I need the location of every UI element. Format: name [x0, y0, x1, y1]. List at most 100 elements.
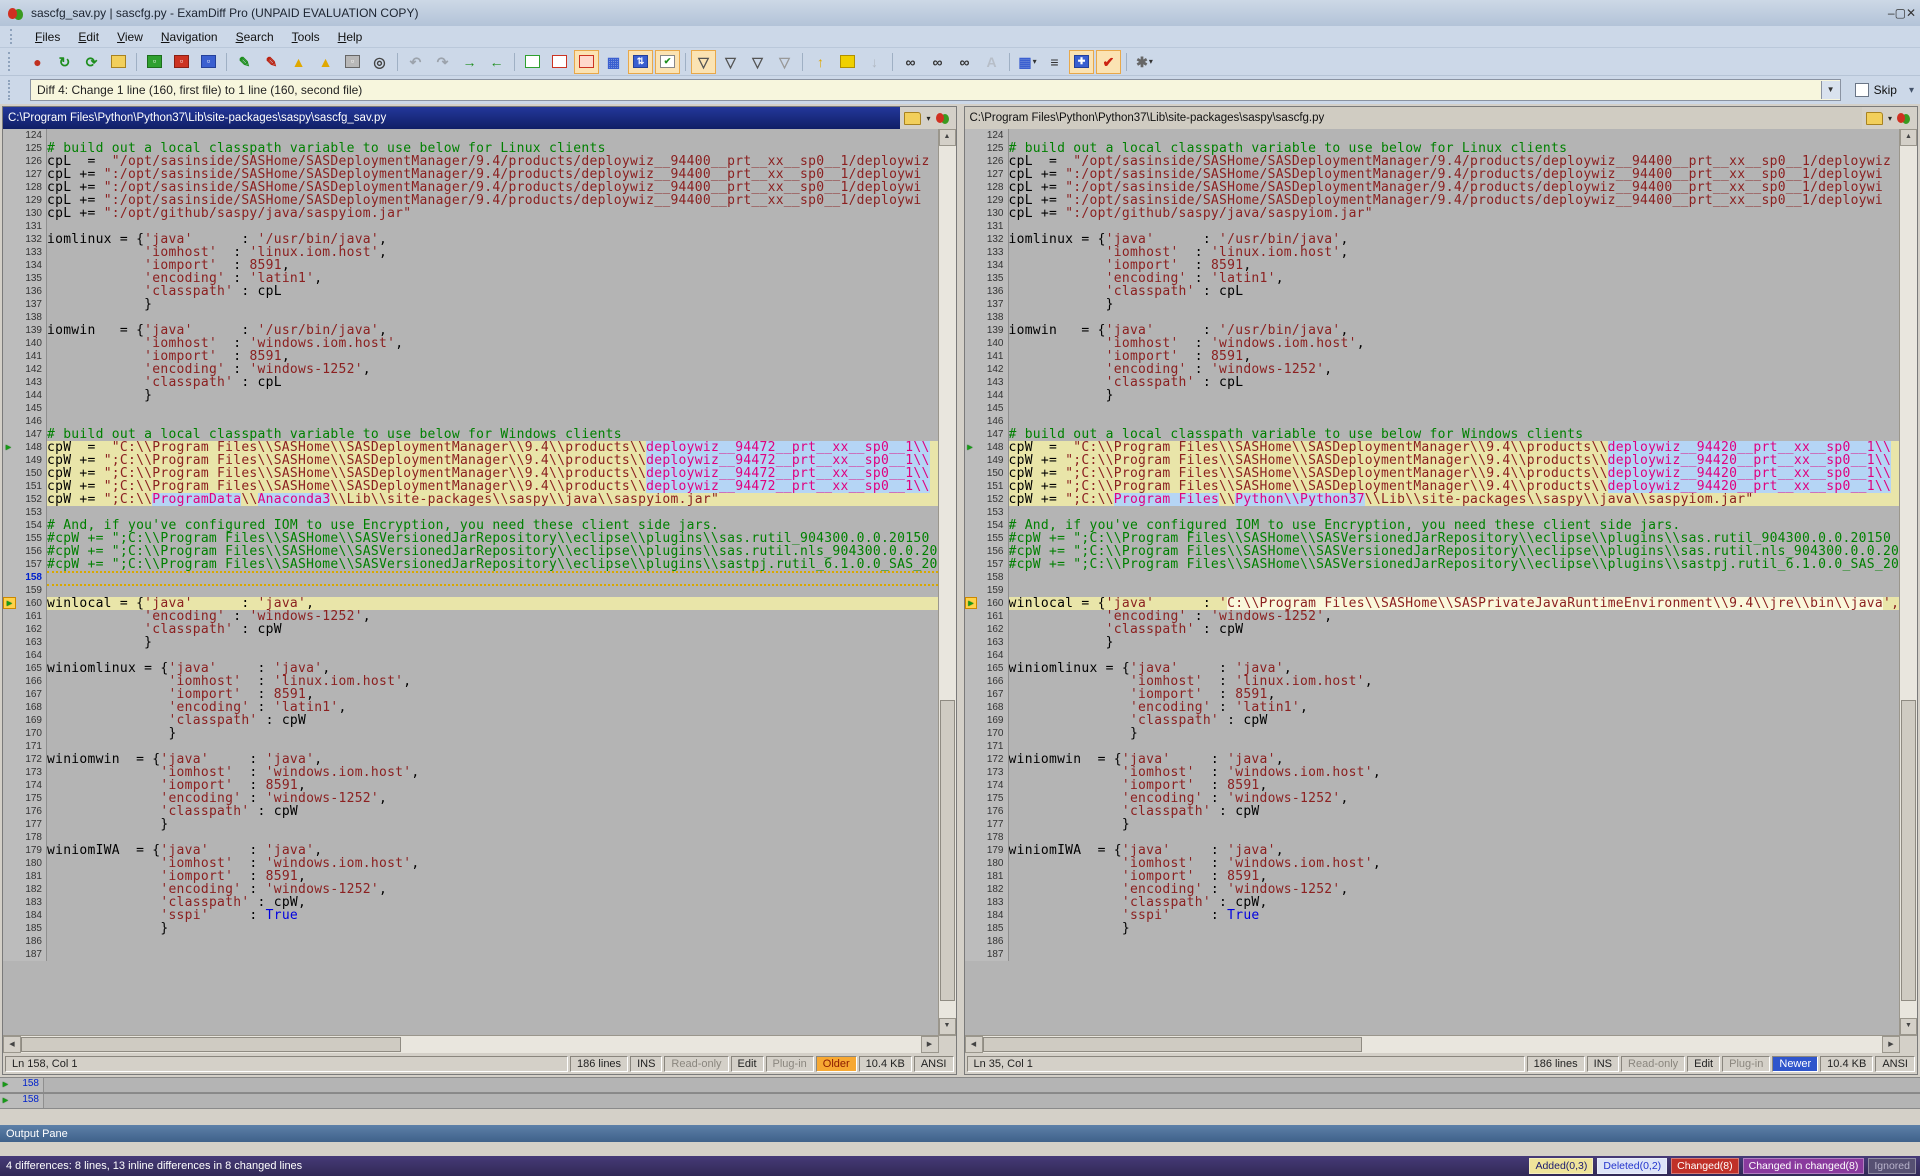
- code-line[interactable]: 162 'classpath' : cpW: [965, 623, 1900, 636]
- code-line[interactable]: 182 'encoding' : 'windows-1252',: [965, 883, 1900, 896]
- code-line[interactable]: 174 'iomport' : 8591,: [965, 779, 1900, 792]
- code-line[interactable]: 169 'classpath' : cpW: [965, 714, 1900, 727]
- minimize-button[interactable]: –: [1888, 6, 1895, 20]
- show-deleted-icon[interactable]: [547, 50, 572, 74]
- code-line[interactable]: 124: [3, 129, 938, 142]
- code-line[interactable]: 180 'iomhost' : 'windows.iom.host',: [3, 857, 938, 870]
- maximize-button[interactable]: ▢: [1895, 6, 1906, 20]
- code-line[interactable]: 179winiomIWA = {'java' : 'java',: [965, 844, 1900, 857]
- code-line[interactable]: 140 'iomhost' : 'windows.iom.host',: [3, 337, 938, 350]
- code-line[interactable]: 164: [965, 649, 1900, 662]
- code-line[interactable]: 156#cpW += ";C:\\Program Files\\SASHome\…: [965, 545, 1900, 558]
- plugins-icon[interactable]: ✚: [1069, 50, 1094, 74]
- code-line[interactable]: 134 'iomport' : 8591,: [3, 259, 938, 272]
- code-line[interactable]: 184 'sspi' : True: [965, 909, 1900, 922]
- code-line[interactable]: 169 'classpath' : cpW: [3, 714, 938, 727]
- code-line[interactable]: 185 }: [3, 922, 938, 935]
- previous-change-icon[interactable]: ↑: [808, 50, 833, 74]
- code-line[interactable]: 184 'sspi' : True: [3, 909, 938, 922]
- code-line[interactable]: 138: [965, 311, 1900, 324]
- menu-grip[interactable]: [10, 29, 18, 44]
- second-horizontal-scrollbar[interactable]: ◀ ▶: [965, 1035, 1918, 1053]
- close-button[interactable]: ✕: [1906, 6, 1916, 20]
- code-line[interactable]: 141 'iomport' : 8591,: [3, 350, 938, 363]
- code-line[interactable]: 144 }: [965, 389, 1900, 402]
- code-line[interactable]: 128cpL += ":/opt/sasinside/SASHome/SASDe…: [3, 181, 938, 194]
- code-line[interactable]: 153: [3, 506, 938, 519]
- output-pane-splitter[interactable]: [0, 1109, 1920, 1125]
- code-line[interactable]: 177 }: [3, 818, 938, 831]
- code-line[interactable]: 187: [965, 948, 1900, 961]
- code-line[interactable]: 167 'iomport' : 8591,: [965, 688, 1900, 701]
- code-line[interactable]: 132iomlinux = {'java' : '/usr/bin/java',: [3, 233, 938, 246]
- code-line[interactable]: 182 'encoding' : 'windows-1252',: [3, 883, 938, 896]
- code-line[interactable]: 183 'classpath' : cpW,: [3, 896, 938, 909]
- code-line[interactable]: 167 'iomport' : 8591,: [3, 688, 938, 701]
- diff-combobox[interactable]: Diff 4: Change 1 line (160, first file) …: [30, 79, 1841, 101]
- code-line[interactable]: 131: [3, 220, 938, 233]
- second-file-header[interactable]: C:\Program Files\Python\Python37\Lib\sit…: [965, 107, 1918, 129]
- skip-checkbox[interactable]: Skip: [1855, 83, 1897, 97]
- scroll-left-icon[interactable]: ◀: [965, 1036, 983, 1053]
- code-line[interactable]: 165winiomlinux = {'java' : 'java',: [3, 662, 938, 675]
- code-line[interactable]: 153: [965, 506, 1900, 519]
- code-line[interactable]: 187: [3, 948, 938, 961]
- code-line[interactable]: 125# build out a local classpath variabl…: [965, 142, 1900, 155]
- code-line[interactable]: 158: [3, 571, 938, 584]
- code-line[interactable]: 163 }: [965, 636, 1900, 649]
- code-line[interactable]: 185 }: [965, 922, 1900, 935]
- code-line[interactable]: 150cpW += ";C:\\Program Files\\SASHome\\…: [965, 467, 1900, 480]
- line-details-icon[interactable]: ≡: [1042, 50, 1067, 74]
- scroll-left-icon[interactable]: ◀: [3, 1036, 21, 1053]
- menu-item-navigation[interactable]: Navigation: [152, 28, 227, 46]
- code-line[interactable]: 129cpL += ":/opt/sasinside/SASHome/SASDe…: [3, 194, 938, 207]
- code-line[interactable]: 124: [965, 129, 1900, 142]
- code-line[interactable]: 131: [965, 220, 1900, 233]
- code-line[interactable]: 175 'encoding' : 'windows-1252',: [965, 792, 1900, 805]
- code-line[interactable]: 157#cpW += ";C:\\Program Files\\SASHome\…: [965, 558, 1900, 571]
- code-line[interactable]: 126cpL = "/opt/sasinside/SASHome/SASDepl…: [965, 155, 1900, 168]
- first-horizontal-scrollbar[interactable]: ◀ ▶: [3, 1035, 956, 1053]
- show-identical-icon[interactable]: [520, 50, 545, 74]
- code-line[interactable]: 126cpL = "/opt/sasinside/SASHome/SASDepl…: [3, 155, 938, 168]
- code-line[interactable]: 143 'classpath' : cpL: [965, 376, 1900, 389]
- code-line[interactable]: 151cpW += ";C:\\Program Files\\SASHome\\…: [965, 480, 1900, 493]
- code-line[interactable]: 155#cpW += ";C:\\Program Files\\SASHome\…: [965, 532, 1900, 545]
- code-line[interactable]: 173 'iomhost' : 'windows.iom.host',: [3, 766, 938, 779]
- code-line[interactable]: 140 'iomhost' : 'windows.iom.host',: [965, 337, 1900, 350]
- find-icon[interactable]: ∞: [898, 50, 923, 74]
- find-next-icon[interactable]: ∞: [925, 50, 950, 74]
- menu-item-edit[interactable]: Edit: [69, 28, 108, 46]
- code-line[interactable]: 133 'iomhost' : 'linux.iom.host',: [965, 246, 1900, 259]
- code-line[interactable]: 149cpW += ";C:\\Program Files\\SASHome\\…: [3, 454, 938, 467]
- output-pane-header[interactable]: Output Pane: [0, 1125, 1920, 1142]
- scroll-down-icon[interactable]: ▼: [1900, 1018, 1917, 1035]
- first-file-code[interactable]: 124125# build out a local classpath vari…: [3, 129, 938, 1035]
- code-line[interactable]: 186: [965, 935, 1900, 948]
- open-files-icon[interactable]: [106, 50, 131, 74]
- code-line[interactable]: 139iomwin = {'java' : '/usr/bin/java',: [965, 324, 1900, 337]
- code-line[interactable]: 137 }: [3, 298, 938, 311]
- code-line[interactable]: 163 }: [3, 636, 938, 649]
- code-line[interactable]: 173 'iomhost' : 'windows.iom.host',: [965, 766, 1900, 779]
- code-line[interactable]: 134 'iomport' : 8591,: [965, 259, 1900, 272]
- show-diff-blocks-icon[interactable]: ▦: [601, 50, 626, 74]
- code-line[interactable]: 175 'encoding' : 'windows-1252',: [3, 792, 938, 805]
- code-line[interactable]: 145: [965, 402, 1900, 415]
- header-menu-icon[interactable]: ▾: [1888, 114, 1892, 123]
- first-file-header[interactable]: C:\Program Files\Python\Python37\Lib\sit…: [3, 107, 956, 129]
- scroll-up-icon[interactable]: ▲: [939, 129, 956, 146]
- code-line[interactable]: 129cpL += ":/opt/sasinside/SASHome/SASDe…: [965, 194, 1900, 207]
- code-line[interactable]: 133 'iomhost' : 'linux.iom.host',: [3, 246, 938, 259]
- code-line[interactable]: 130cpL += ":/opt/github/saspy/java/saspy…: [3, 207, 938, 220]
- code-line[interactable]: 154# And, if you've configured IOM to us…: [3, 519, 938, 532]
- code-line[interactable]: 137 }: [965, 298, 1900, 311]
- second-vscroll-thumb[interactable]: [1901, 700, 1916, 1001]
- allow-editing-icon[interactable]: ✔: [1096, 50, 1121, 74]
- code-line[interactable]: 147# build out a local classpath variabl…: [965, 428, 1900, 441]
- code-line[interactable]: 138: [3, 311, 938, 324]
- code-line[interactable]: 158: [965, 571, 1900, 584]
- code-line[interactable]: 136 'classpath' : cpL: [965, 285, 1900, 298]
- current-line-pane[interactable]: ►158: [0, 1093, 1920, 1109]
- code-line[interactable]: 136 'classpath' : cpL: [3, 285, 938, 298]
